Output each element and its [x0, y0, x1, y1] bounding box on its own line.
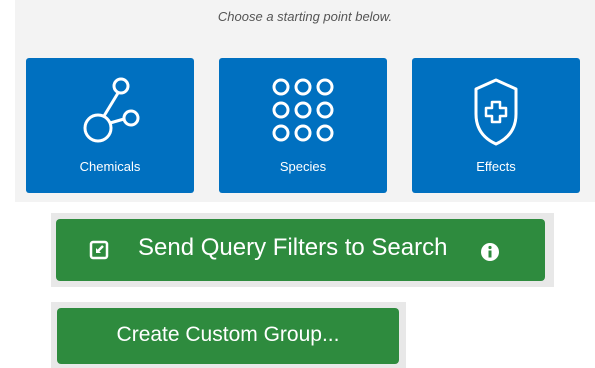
tile-chemicals[interactable]: Chemicals [26, 58, 194, 193]
starting-point-hint: Choose a starting point below. [217, 9, 393, 24]
info-icon[interactable] [480, 242, 500, 262]
starting-point-panel: Choose a starting point below. Chemicals [15, 0, 595, 202]
create-custom-group-container: Create Custom Group... [51, 302, 406, 368]
tile-chemicals-label: Chemicals [79, 159, 141, 174]
grid-dots-icon [272, 78, 334, 142]
molecule-icon [83, 77, 140, 143]
tile-species[interactable]: Species [219, 58, 387, 193]
send-query-filters-container: Send Query Filters to Search [51, 213, 554, 287]
create-custom-group-button[interactable]: Create Custom Group... [57, 308, 399, 364]
tile-effects[interactable]: Effects [412, 58, 580, 193]
tile-species-label: Species [279, 159, 327, 174]
send-query-filters-button[interactable]: Send Query Filters to Search [56, 219, 545, 281]
tile-effects-label: Effects [476, 159, 516, 174]
external-link-icon [89, 240, 109, 260]
create-custom-group-label: Create Custom Group... [116, 323, 340, 346]
shield-plus-icon [474, 78, 518, 146]
send-query-filters-label: Send Query Filters to Search [138, 234, 448, 261]
page: Choose a starting point below. Chemicals [0, 0, 595, 368]
